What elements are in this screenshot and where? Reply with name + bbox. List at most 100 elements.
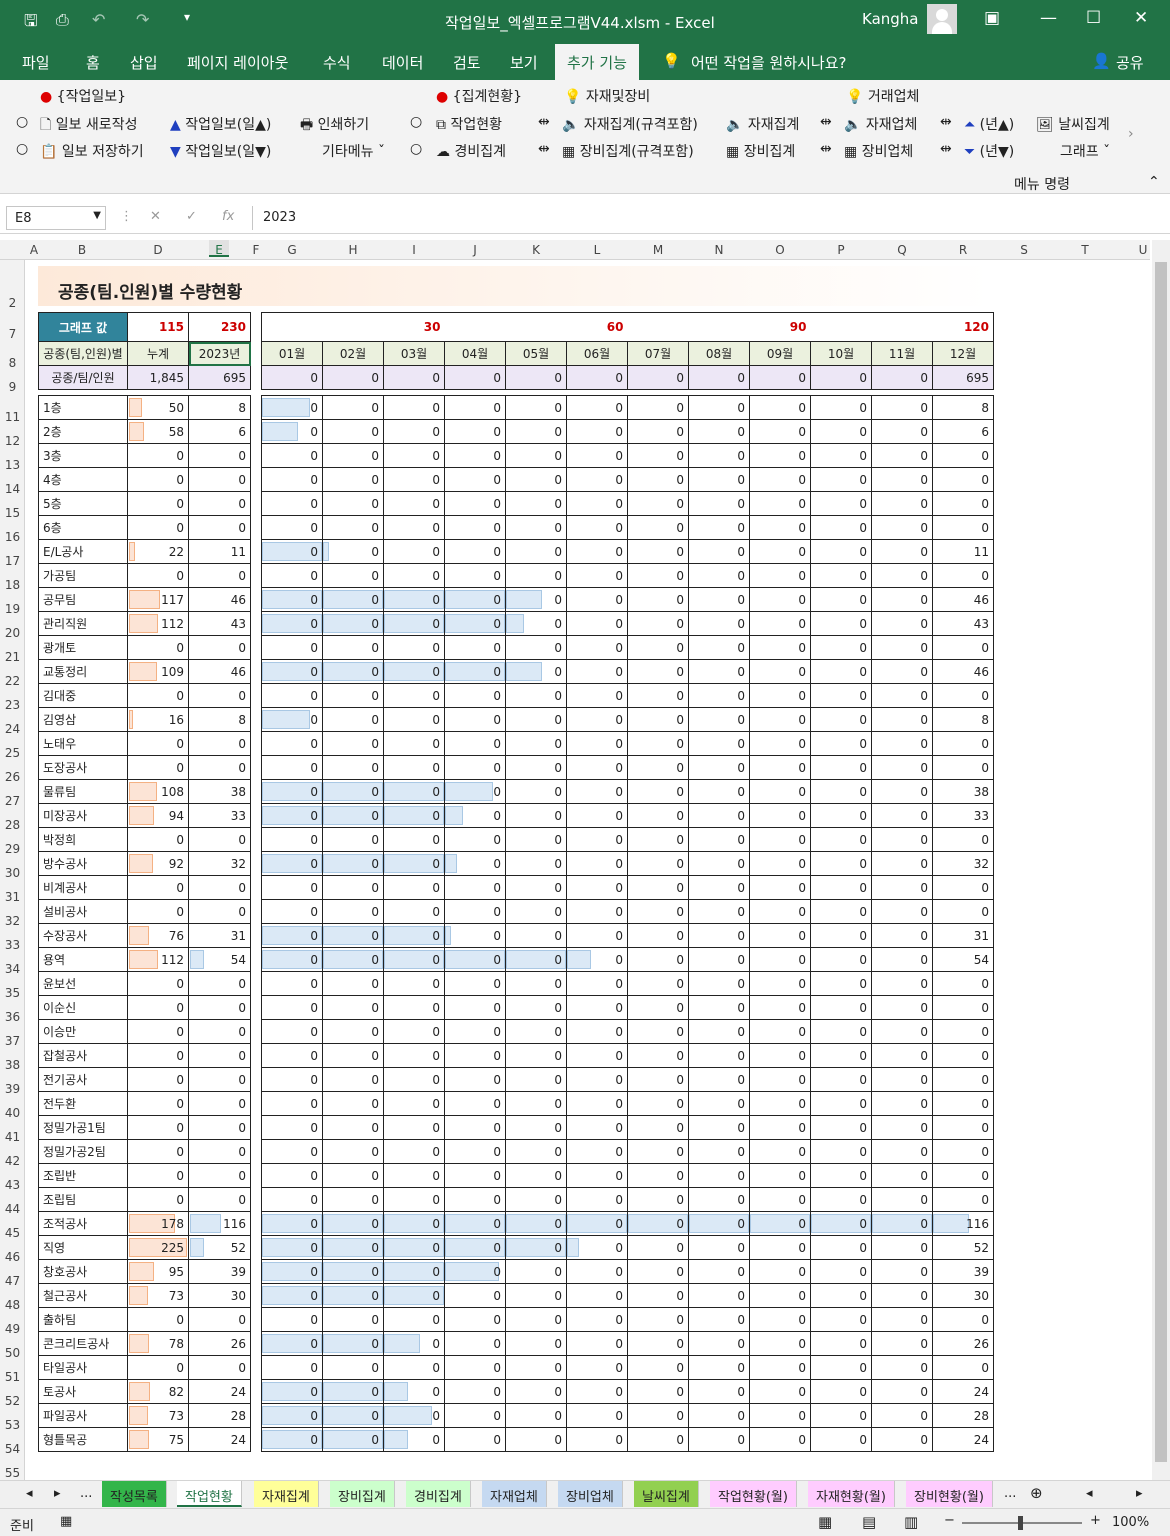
month-cell[interactable]: 0 xyxy=(810,539,872,564)
row-name[interactable]: 관리직원 xyxy=(38,611,128,636)
header-month[interactable]: 06월 xyxy=(566,341,628,366)
month-cell[interactable]: 0 xyxy=(261,539,323,564)
month-cell[interactable]: 0 xyxy=(627,443,689,468)
month-cell[interactable]: 0 xyxy=(261,1067,323,1092)
undo-icon[interactable]: ↶ xyxy=(92,10,105,29)
month-cell[interactable]: 0 xyxy=(505,875,567,900)
month-cell[interactable]: 0 xyxy=(932,731,994,756)
month-cell[interactable]: 0 xyxy=(566,443,628,468)
month-cell[interactable]: 0 xyxy=(505,851,567,876)
month-cell[interactable]: 0 xyxy=(261,707,323,732)
sheet-tab[interactable]: 작성목록 xyxy=(102,1481,167,1507)
row-year[interactable]: 0 xyxy=(188,1139,251,1164)
month-cell[interactable]: 0 xyxy=(566,779,628,804)
month-cell[interactable]: 0 xyxy=(749,395,811,420)
row-name[interactable]: 토공사 xyxy=(38,1379,128,1404)
row-cumulative[interactable]: 0 xyxy=(127,1091,189,1116)
row-name[interactable]: 비계공사 xyxy=(38,875,128,900)
row-name[interactable]: 타일공사 xyxy=(38,1355,128,1380)
tell-me-search[interactable]: 어떤 작업을 원하시나요? xyxy=(691,52,847,73)
month-cell[interactable]: 0 xyxy=(566,1331,628,1356)
month-cell[interactable]: 0 xyxy=(566,467,628,492)
sheet-tab[interactable]: 날씨집계 xyxy=(634,1481,699,1507)
month-cell[interactable]: 0 xyxy=(322,1235,384,1260)
scale-cell[interactable] xyxy=(505,312,567,342)
month-cell[interactable]: 0 xyxy=(749,1211,811,1236)
scale-cell[interactable]: 120 xyxy=(932,312,994,342)
column-header-d[interactable]: D xyxy=(148,243,168,257)
month-cell[interactable]: 0 xyxy=(444,683,506,708)
month-cell[interactable]: 0 xyxy=(810,419,872,444)
month-cell[interactable]: 0 xyxy=(444,491,506,516)
month-cell[interactable]: 0 xyxy=(383,539,445,564)
month-cell[interactable]: 0 xyxy=(322,491,384,516)
radio-icon[interactable]: ○ xyxy=(410,141,422,157)
month-cell[interactable]: 0 xyxy=(444,995,506,1020)
header-month[interactable]: 04월 xyxy=(444,341,506,366)
month-cell[interactable]: 0 xyxy=(322,1091,384,1116)
month-cell[interactable]: 0 xyxy=(627,1355,689,1380)
month-cell[interactable]: 0 xyxy=(322,1139,384,1164)
month-cell[interactable]: 0 xyxy=(444,419,506,444)
month-cell[interactable]: 0 xyxy=(688,755,750,780)
row-cumulative[interactable]: 73 xyxy=(127,1403,189,1428)
month-cell[interactable]: 0 xyxy=(749,1403,811,1428)
month-cell[interactable]: 0 xyxy=(383,443,445,468)
month-cell[interactable]: 0 xyxy=(322,971,384,996)
row-header[interactable]: 42 xyxy=(0,1154,25,1168)
month-cell[interactable]: 0 xyxy=(261,1379,323,1404)
row-name[interactable]: 이순신 xyxy=(38,995,128,1020)
month-cell[interactable]: 0 xyxy=(627,563,689,588)
month-cell[interactable]: 0 xyxy=(627,419,689,444)
month-cell[interactable]: 0 xyxy=(383,1019,445,1044)
row-name[interactable]: 철근공사 xyxy=(38,1283,128,1308)
month-cell[interactable]: 0 xyxy=(810,731,872,756)
month-cell[interactable]: 0 xyxy=(627,1283,689,1308)
scale-cell[interactable] xyxy=(322,312,384,342)
month-cell[interactable]: 0 xyxy=(871,1067,933,1092)
month-cell[interactable]: 0 xyxy=(566,1187,628,1212)
month-cell[interactable]: 0 xyxy=(444,395,506,420)
month-cell[interactable]: 0 xyxy=(749,1163,811,1188)
row-header[interactable]: 52 xyxy=(0,1394,25,1408)
month-cell[interactable]: 0 xyxy=(688,875,750,900)
ribbon-display-icon[interactable]: ▣ xyxy=(984,8,1000,28)
month-cell[interactable]: 0 xyxy=(261,755,323,780)
month-cell[interactable]: 0 xyxy=(322,1355,384,1380)
month-cell[interactable]: 0 xyxy=(505,683,567,708)
month-cell[interactable]: 0 xyxy=(505,443,567,468)
row-year[interactable]: 46 xyxy=(188,659,251,684)
month-cell[interactable]: 0 xyxy=(444,875,506,900)
month-cell[interactable]: 0 xyxy=(383,1403,445,1428)
month-cell[interactable]: 0 xyxy=(688,515,750,540)
month-cell[interactable]: 0 xyxy=(505,1163,567,1188)
customize-qat-icon[interactable]: ▾ xyxy=(184,10,190,24)
row-year[interactable]: 0 xyxy=(188,755,251,780)
month-cell[interactable]: 0 xyxy=(932,467,994,492)
row-year[interactable]: 30 xyxy=(188,1283,251,1308)
row-header[interactable]: 2 xyxy=(0,296,25,310)
header-month[interactable]: 10월 xyxy=(810,341,872,366)
month-cell[interactable]: 0 xyxy=(322,563,384,588)
month-cell[interactable]: 0 xyxy=(688,995,750,1020)
month-cell[interactable]: 0 xyxy=(871,803,933,828)
month-cell[interactable]: 0 xyxy=(627,995,689,1020)
row-cumulative[interactable]: 73 xyxy=(127,1283,189,1308)
month-cell[interactable]: 0 xyxy=(932,635,994,660)
month-cell[interactable]: 0 xyxy=(627,1331,689,1356)
row-cumulative[interactable]: 0 xyxy=(127,875,189,900)
month-cell[interactable]: 0 xyxy=(505,1283,567,1308)
month-cell[interactable]: 0 xyxy=(383,419,445,444)
row-year[interactable]: 0 xyxy=(188,1355,251,1380)
row-header[interactable]: 7 xyxy=(0,327,25,341)
month-cell[interactable]: 0 xyxy=(566,539,628,564)
month-cell[interactable]: 0 xyxy=(505,467,567,492)
month-cell[interactable]: 0 xyxy=(505,515,567,540)
column-header-q[interactable]: Q xyxy=(892,243,912,257)
radio-icon[interactable]: ○ xyxy=(16,141,28,157)
tab-scroll-right-icon[interactable]: ▸ xyxy=(54,1486,61,1501)
row-header[interactable]: 14 xyxy=(0,482,25,496)
month-cell[interactable]: 0 xyxy=(810,1259,872,1284)
sum-month[interactable]: 695 xyxy=(932,365,994,390)
month-cell[interactable]: 0 xyxy=(871,827,933,852)
